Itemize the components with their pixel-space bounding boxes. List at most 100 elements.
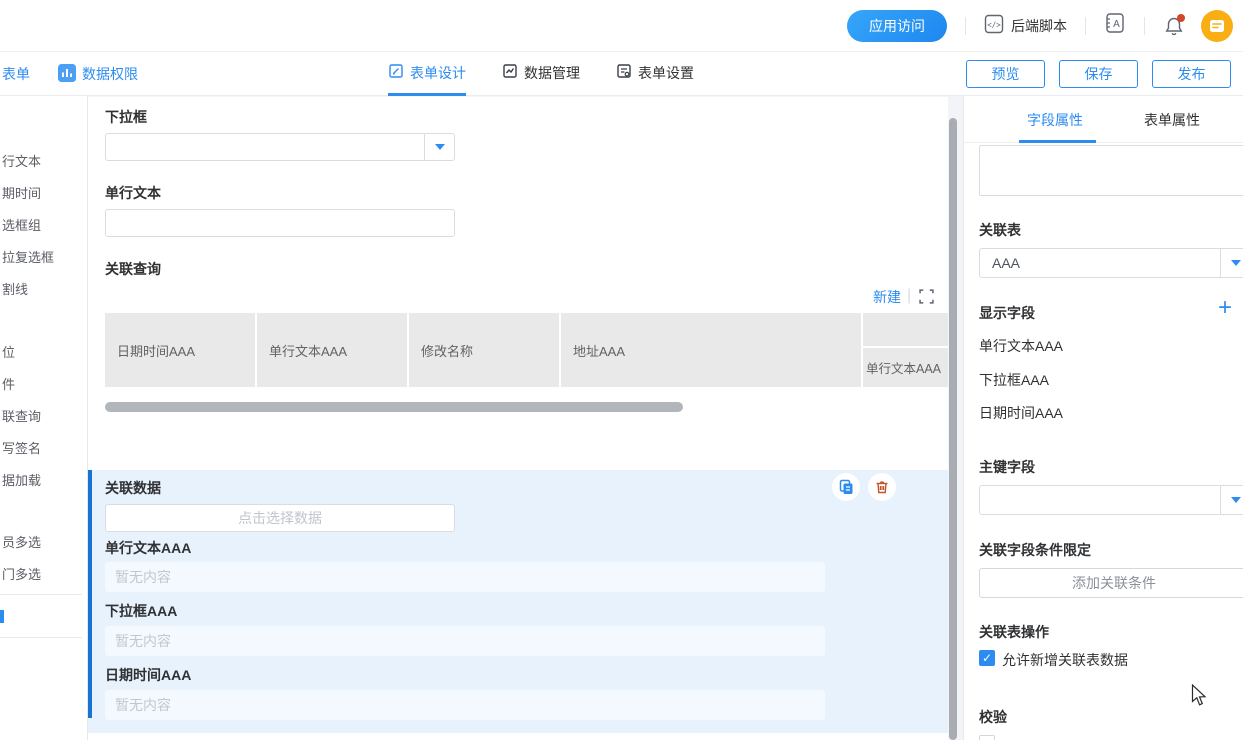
table-column-header[interactable]: 日期时间AAA (105, 313, 255, 387)
query-table-header: 日期时间AAA 单行文本AAA 修改名称 地址AAA 单行文本AAA (105, 313, 948, 387)
subfield-value-input (105, 562, 825, 592)
table-column-header[interactable]: 地址AAA (561, 313, 861, 387)
subfield-value-input (105, 690, 825, 720)
palette-item[interactable]: 位 (2, 342, 15, 361)
field-palette-sidebar: 行文本 期时间 选框组 拉复选框 割线 位 件 联查询 写签名 据加载 员多选 … (0, 96, 88, 740)
palette-item[interactable]: 门多选 (2, 564, 41, 583)
backend-script-label: 后端脚本 (1011, 16, 1067, 36)
divider (1085, 17, 1086, 35)
form-toolbar: 表单 数据权限 表单设计 数据管理 (0, 52, 1243, 96)
app-access-button[interactable]: 应用访问 (847, 10, 947, 42)
tab-label: 数据管理 (524, 63, 580, 83)
table-column-partial: 单行文本AAA (863, 313, 948, 387)
palette-item[interactable]: 选框组 (2, 215, 41, 234)
add-condition-button[interactable]: 添加关联条件 (979, 568, 1243, 598)
tab-form-design[interactable]: 表单设计 (388, 52, 466, 96)
display-field-item[interactable]: 日期时间AAA (979, 403, 1063, 423)
display-fields-label: 显示字段 (979, 303, 1035, 323)
tab-form-properties[interactable]: 表单属性 (1144, 96, 1200, 143)
palette-item[interactable]: 联查询 (2, 406, 41, 425)
expand-icon[interactable] (919, 289, 934, 309)
palette-item[interactable]: 写签名 (2, 438, 41, 457)
chevron-down-icon[interactable] (424, 134, 454, 160)
data-permission-button[interactable]: 数据权限 (58, 64, 138, 85)
palette-item-partial[interactable] (0, 610, 4, 623)
form-designer-screen: 应用访问 </> 后端脚本 A 表单 数据权限 (0, 0, 1243, 740)
subfield-label: 单行文本AAA (105, 538, 191, 558)
single-line-text-input[interactable] (105, 209, 455, 237)
allow-add-checkbox[interactable]: ✓ (979, 650, 995, 666)
divider (0, 594, 82, 595)
related-table-label: 关联表 (979, 220, 1021, 240)
palette-item[interactable]: 件 (2, 374, 15, 393)
chevron-down-icon[interactable] (1220, 249, 1243, 277)
horizontal-scrollbar[interactable] (105, 402, 683, 412)
table-column-header[interactable]: 修改名称 (409, 313, 559, 387)
chevron-down-icon[interactable] (1220, 486, 1243, 514)
vertical-scrollbar[interactable] (949, 118, 957, 740)
related-data-section[interactable]: 关联数据 单行文本AAA 下拉框AAA 日期时间AAA (88, 470, 948, 733)
subfield-label: 下拉框AAA (105, 601, 177, 621)
palette-item[interactable]: 期时间 (2, 183, 41, 202)
data-manage-icon (502, 63, 518, 82)
tab-form-settings[interactable]: 表单设置 (616, 52, 694, 96)
palette-item[interactable]: 员多选 (2, 532, 41, 551)
delete-field-button[interactable] (868, 473, 896, 501)
display-field-item[interactable]: 下拉框AAA (979, 370, 1049, 390)
display-field-item[interactable]: 单行文本AAA (979, 336, 1063, 356)
save-button[interactable]: 保存 (1059, 60, 1138, 88)
data-permission-label: 数据权限 (82, 64, 138, 84)
table-column-header[interactable]: 单行文本AAA (257, 313, 407, 387)
user-avatar[interactable] (1201, 10, 1233, 42)
dropdown-select[interactable] (105, 133, 455, 161)
palette-item[interactable]: 拉复选框 (2, 247, 54, 266)
new-record-link[interactable]: 新建 (873, 287, 901, 307)
form-card: 下拉框 单行文本 关联查询 新建 | 日期时间AAA 单行文本AAA 修改名称 … (88, 97, 948, 740)
preview-button[interactable]: 预览 (966, 60, 1045, 88)
field-label-related-data: 关联数据 (105, 478, 161, 498)
field-name-input[interactable] (979, 145, 1243, 196)
tab-label: 表单设置 (638, 63, 694, 83)
table-column-header[interactable]: 单行文本AAA (863, 348, 948, 387)
divider (0, 637, 82, 638)
notification-dot (1177, 14, 1185, 22)
field-label-query: 关联查询 (105, 259, 161, 279)
code-icon: </> (984, 14, 1004, 37)
table-ops-label: 关联表操作 (979, 622, 1049, 642)
divider (1144, 17, 1145, 35)
palette-item[interactable]: 割线 (2, 279, 28, 298)
palette-item[interactable]: 行文本 (2, 151, 41, 170)
palette-item[interactable]: 据加载 (2, 470, 41, 489)
form-canvas: 下拉框 单行文本 关联查询 新建 | 日期时间AAA 单行文本AAA 修改名称 … (88, 96, 963, 740)
allow-add-label: 允许新增关联表数据 (1002, 650, 1128, 670)
divider (965, 17, 966, 35)
tab-field-properties[interactable]: 字段属性 (1027, 96, 1083, 143)
related-table-value: AAA (992, 255, 1020, 271)
designer-tabs: 表单设计 数据管理 表单设置 (388, 52, 694, 96)
backend-script-button[interactable]: </> 后端脚本 (984, 14, 1067, 37)
related-table-select[interactable]: AAA (979, 248, 1243, 278)
properties-panel: 字段属性 表单属性 关联表 AAA 显示字段 + 单行文本AAA 下拉框AAA … (963, 96, 1243, 740)
validation-checkbox-partial[interactable] (979, 735, 995, 740)
mouse-cursor (1191, 684, 1208, 707)
condition-label: 关联字段条件限定 (979, 540, 1091, 560)
form-design-icon (388, 63, 404, 82)
table-cell-empty (863, 313, 948, 346)
top-bar: 应用访问 </> 后端脚本 A (0, 0, 1243, 52)
select-data-picker[interactable] (105, 504, 455, 532)
publish-button[interactable]: 发布 (1152, 60, 1231, 88)
tab-label: 表单设计 (410, 63, 466, 83)
primary-key-select[interactable] (979, 485, 1243, 515)
api-journal-icon[interactable]: A (1104, 12, 1126, 39)
copy-field-button[interactable] (832, 473, 860, 501)
form-settings-icon (616, 63, 632, 82)
svg-text:A: A (1113, 19, 1120, 30)
bar-chart-icon (58, 64, 76, 85)
primary-key-label: 主键字段 (979, 457, 1035, 477)
notification-bell-icon[interactable] (1163, 15, 1185, 37)
subfield-label: 日期时间AAA (105, 665, 191, 685)
form-breadcrumb[interactable]: 表单 (2, 64, 30, 84)
tab-data-manage[interactable]: 数据管理 (502, 52, 580, 96)
properties-tabs: 字段属性 表单属性 (964, 96, 1243, 143)
add-display-field-icon[interactable]: + (1218, 298, 1232, 318)
